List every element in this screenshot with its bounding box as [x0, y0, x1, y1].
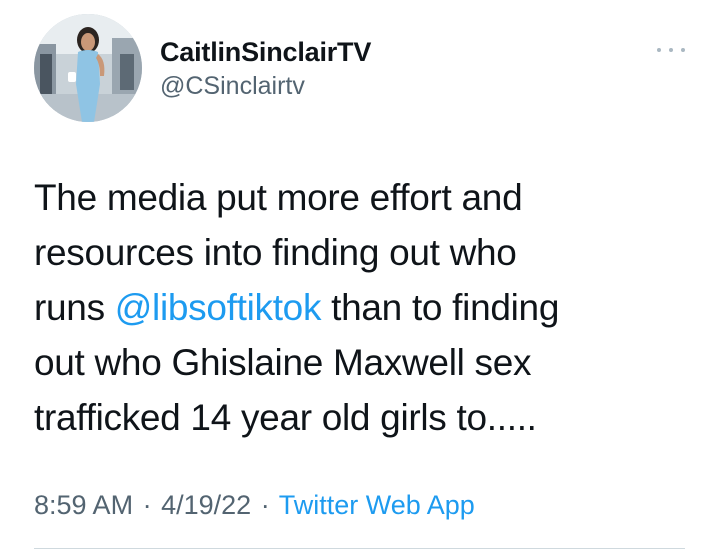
tweet-card: CaitlinSinclairTV @CSinclairtv The media…	[0, 0, 719, 557]
tweet-text-line-3-end: than to finding	[321, 287, 560, 328]
more-dot	[669, 48, 673, 52]
tweet-text-line-1: The media put more effort and	[34, 177, 523, 218]
meta-separator: ·	[142, 490, 152, 520]
tweet-meta: 8:59 AM · 4/19/22 · Twitter Web App	[34, 487, 475, 523]
divider	[34, 548, 685, 549]
more-dot	[657, 48, 661, 52]
author-handle[interactable]: @CSinclairtv	[160, 70, 371, 102]
more-horizontal-icon[interactable]	[657, 42, 685, 58]
more-dot	[681, 48, 685, 52]
tweet-text-line-5: trafficked 14 year old girls to.....	[34, 397, 537, 438]
tweet-source-link[interactable]: Twitter Web App	[279, 490, 475, 520]
mention-link[interactable]: @libsoftiktok	[115, 287, 322, 328]
tweet-text-line-3-start: runs	[34, 287, 115, 328]
tweet-date[interactable]: 4/19/22	[161, 490, 251, 520]
avatar-photo	[34, 14, 142, 122]
meta-separator: ·	[260, 490, 270, 520]
tweet-time[interactable]: 8:59 AM	[34, 490, 133, 520]
tweet-text-line-4: out who Ghislaine Maxwell sex	[34, 342, 532, 383]
avatar[interactable]	[34, 14, 142, 122]
tweet-text-line-2: resources into finding out who	[34, 232, 517, 273]
author-display-name[interactable]: CaitlinSinclairTV	[160, 36, 371, 68]
author-block: CaitlinSinclairTV @CSinclairtv	[160, 36, 371, 102]
tweet-text: The media put more effort and resources i…	[34, 170, 694, 445]
